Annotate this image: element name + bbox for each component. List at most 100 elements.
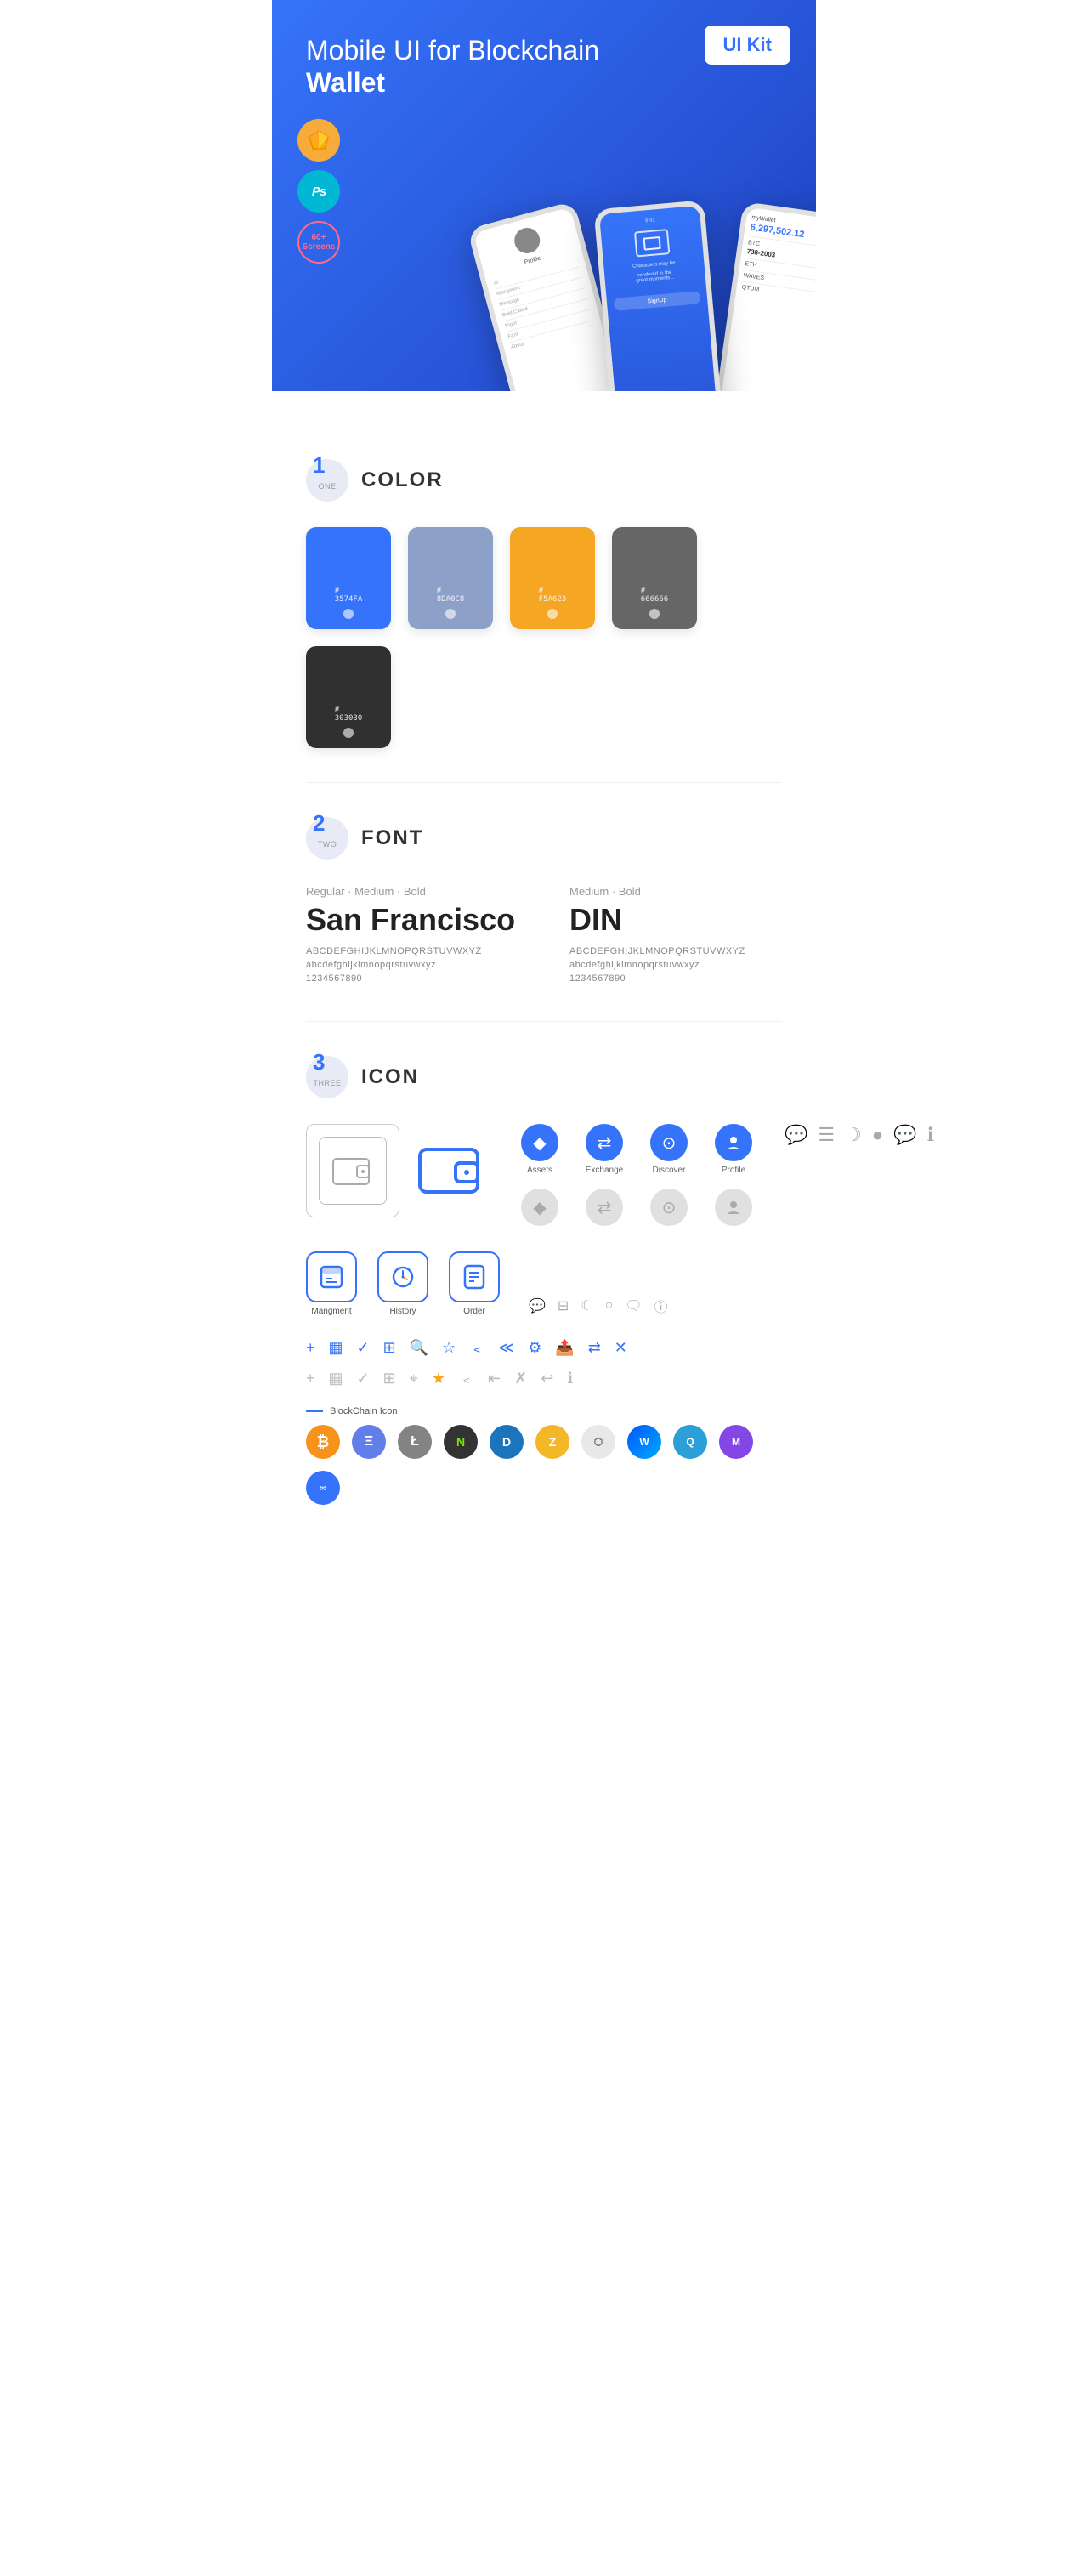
- phone-3: myWallet 6,297,502.12 BTC 738-2003 ETH W…: [713, 201, 816, 391]
- profile-label: Profile: [722, 1166, 745, 1175]
- assets-label: Assets: [527, 1166, 552, 1175]
- ps-badge: Ps: [298, 170, 340, 213]
- font-uppercase-din: ABCDEFGHIJKLMNOPQRSTUVWXYZ: [570, 946, 782, 956]
- check-outline-icon: ✓: [357, 1370, 370, 1387]
- color-card-blue: #3574FA: [306, 527, 391, 629]
- settings-icon: ⚙: [528, 1339, 541, 1357]
- section-icon-header: 3 THREE ICON: [306, 1056, 782, 1098]
- icon-wireframe-group: [306, 1124, 489, 1217]
- litecoin-icon: Ł: [398, 1425, 432, 1459]
- tool-badges: Ps 60+Screens: [298, 119, 340, 264]
- section-num-3: 3 THREE: [306, 1056, 348, 1098]
- info-outline-icon: ℹ: [567, 1370, 573, 1387]
- blockchain-line: [306, 1410, 323, 1412]
- profile-icon-outline: [715, 1189, 752, 1226]
- section-font-title: FONT: [361, 826, 423, 850]
- profile-icon-svg: [725, 1134, 742, 1151]
- circle-sm-icon: ○: [605, 1298, 614, 1314]
- zcash-icon: Z: [536, 1425, 570, 1459]
- star-filled-icon: ★: [432, 1370, 445, 1387]
- font-numbers-din: 1234567890: [570, 973, 782, 984]
- ethereum-icon: Ξ: [352, 1425, 386, 1459]
- order-icon-svg: [462, 1264, 487, 1290]
- swap-icon: ⇄: [588, 1339, 601, 1357]
- section-num-big-3: 3: [313, 1049, 325, 1075]
- history-label: History: [389, 1307, 416, 1316]
- sketch-icon: [307, 128, 331, 152]
- crypto-icons-row: ₿ Ξ Ł N D Z ⬡ W Q M ∞: [306, 1425, 782, 1505]
- font-row: Regular · Medium · Bold San Francisco AB…: [306, 885, 782, 987]
- small-icons-row1: + ▦ ✓ ⊞ 🔍 ☆ ﹤ ≪ ⚙ 📤 ⇄ ✕: [306, 1336, 782, 1359]
- grid-crypto-icon: ⬡: [581, 1425, 615, 1459]
- icon-section: 3 THREE ICON: [272, 1022, 816, 1539]
- exchange-icon-circle: ⇄: [586, 1124, 623, 1161]
- color-dot: [649, 609, 660, 619]
- icon-wireframe-inner: [319, 1137, 387, 1205]
- assets-icon-circle: ◆: [521, 1124, 558, 1161]
- color-dot: [343, 609, 354, 619]
- chain-icon: ∞: [306, 1471, 340, 1505]
- chevron-left-outline-icon: ﹤: [459, 1367, 474, 1389]
- icon-profile-outline: [708, 1189, 759, 1226]
- discover-icon-circle: ⊙: [650, 1124, 688, 1161]
- icon-top-row: ◆ Assets ⇄ Exchange ⊙ Discover: [306, 1124, 782, 1226]
- close-x-icon: ✗: [514, 1370, 527, 1387]
- history-icon-svg: [390, 1264, 416, 1290]
- history-icon: [377, 1251, 428, 1302]
- dash-icon: D: [490, 1425, 524, 1459]
- section-color-title: COLOR: [361, 468, 444, 492]
- section-num-label: ONE: [318, 482, 336, 491]
- qtum-icon: Q: [673, 1425, 707, 1459]
- color-card-dark: #303030: [306, 646, 391, 748]
- info-sm-icon: ⓘ: [654, 1296, 668, 1316]
- sketch-badge: [298, 119, 340, 162]
- font-col-sf: Regular · Medium · Bold San Francisco AB…: [306, 885, 518, 987]
- chat-sm-icon: 💬: [529, 1297, 546, 1314]
- bitcoin-icon: ₿: [306, 1425, 340, 1459]
- check-icon: ✓: [357, 1339, 370, 1357]
- named-icons-group: ◆ Assets ⇄ Exchange ⊙ Discover: [514, 1124, 759, 1226]
- exchange-icon-outline: ⇄: [586, 1189, 623, 1226]
- icon-assets-outline: ◆: [514, 1189, 565, 1226]
- neo-icon: N: [444, 1425, 478, 1459]
- phone-mockups: Profile AI Mangment Message Bold Called …: [502, 196, 816, 391]
- wallet-icon-blue-svg: [416, 1141, 484, 1200]
- icon-wireframe-outer: [306, 1124, 400, 1217]
- color-dot: [343, 728, 354, 738]
- plus-icon: +: [306, 1339, 315, 1357]
- icon-discover-outline: ⊙: [643, 1189, 694, 1226]
- blockchain-label-row: BlockChain Icon: [306, 1406, 782, 1416]
- icon-order-item: Order: [449, 1251, 500, 1316]
- phone-2: 9:41 Characters may be rendered in the g…: [593, 200, 722, 391]
- wallet-icon-colored: [412, 1132, 489, 1209]
- profile-icon-circle: [715, 1124, 752, 1161]
- comment-icon: 💬: [893, 1124, 916, 1146]
- search-icon: 🔍: [410, 1339, 428, 1357]
- section-font-header: 2 TWO FONT: [306, 817, 782, 860]
- grid-outline-icon: ⊞: [383, 1370, 396, 1387]
- section-num-2: 2 TWO: [306, 817, 348, 860]
- named-icons-row-filled: ◆ Assets ⇄ Exchange ⊙ Discover: [514, 1124, 759, 1175]
- font-uppercase-sf: ABCDEFGHIJKLMNOPQRSTUVWXYZ: [306, 946, 518, 956]
- share-outline-icon: ⇤: [488, 1370, 501, 1387]
- exchange-label: Exchange: [586, 1166, 623, 1175]
- icon-exchange: ⇄ Exchange: [579, 1124, 630, 1175]
- color-card-orange: #F5A623: [510, 527, 595, 629]
- color-palette-row: #3574FA #8DA0C8 #F5A623 #666666 #303030: [306, 527, 782, 748]
- section-icon-title: ICON: [361, 1065, 419, 1089]
- app-icons-row: Mangment History: [306, 1251, 782, 1316]
- info-icon: ℹ: [927, 1124, 934, 1146]
- font-style-label-din: Medium · Bold: [570, 885, 782, 898]
- screens-badge: 60+Screens: [298, 221, 340, 264]
- section-num-1: 1 ONE: [306, 459, 348, 502]
- misc-icons-row1: 💬 ☰ ☽ ● 💬 ℹ: [785, 1124, 934, 1146]
- icon-discover: ⊙ Discover: [643, 1124, 694, 1175]
- color-dot: [547, 609, 558, 619]
- named-icons-row-outline: ◆ ⇄ ⊙: [514, 1189, 759, 1226]
- blockchain-text: BlockChain Icon: [330, 1406, 398, 1416]
- icon-history-item: History: [377, 1251, 428, 1316]
- order-label: Order: [463, 1307, 485, 1316]
- ui-kit-badge: UI Kit: [705, 26, 790, 65]
- management-icon-svg: [319, 1264, 344, 1290]
- section-num-label-2: TWO: [318, 840, 337, 848]
